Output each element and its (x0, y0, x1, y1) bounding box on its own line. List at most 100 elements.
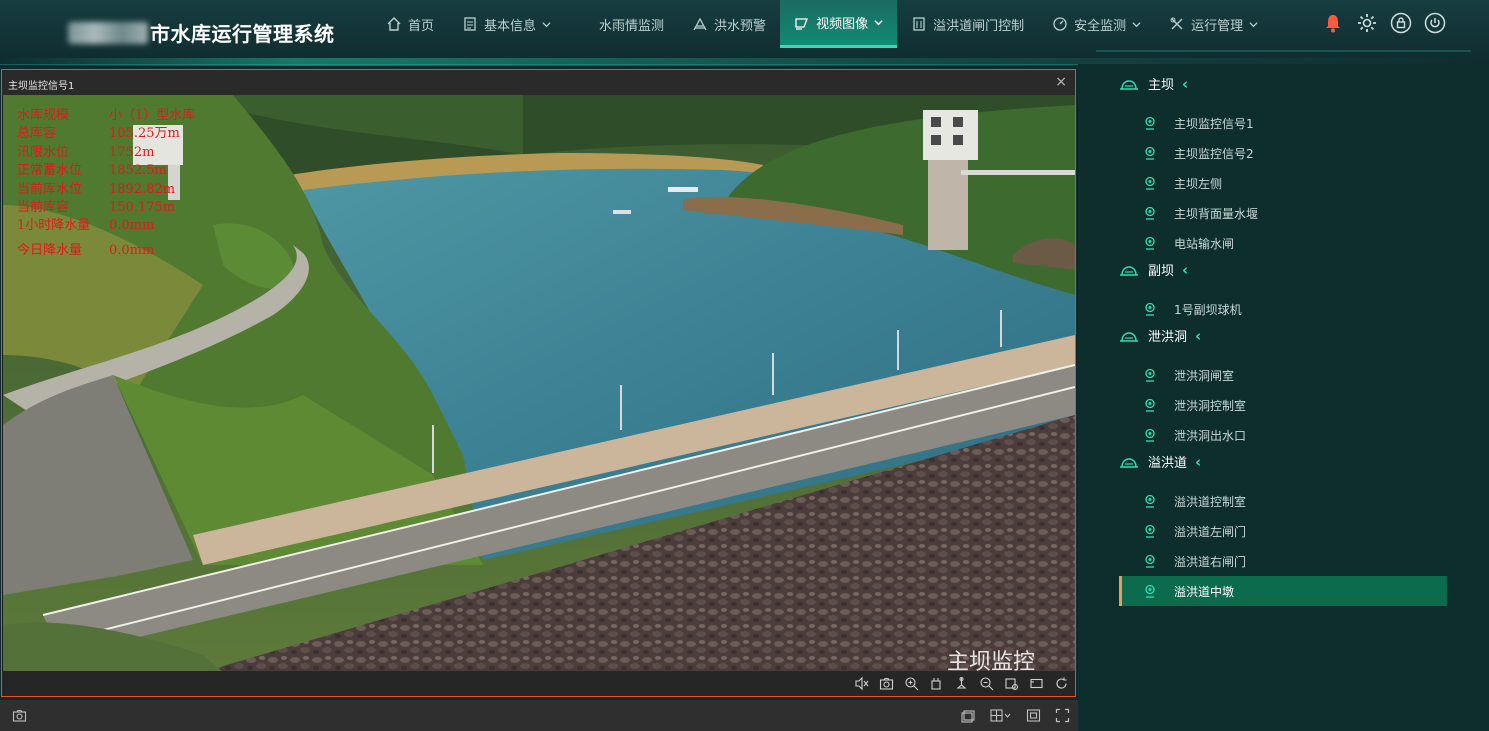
top-header: 市水库运行管理系统 首页 基本信息 水雨情监测 洪水预警 视频图像 溢洪道闸门控… (0, 0, 1489, 66)
osd-value: 1752m (109, 144, 155, 160)
osd-value: 1892.82m (109, 181, 176, 197)
tree-group-spillway[interactable]: 溢洪道 ‹ (1118, 452, 1201, 471)
document-icon (464, 17, 476, 31)
nav-hydrology[interactable]: 水雨情监测 (565, 0, 678, 48)
sidebar-divider (1096, 50, 1471, 52)
camera-label: 泄洪洞闸室 (1174, 368, 1235, 383)
video-control-icons (854, 676, 1069, 691)
tree-item-camera[interactable]: 溢洪道左闸门 (1119, 516, 1447, 546)
nav-operation[interactable]: 运行管理 (1155, 0, 1272, 48)
tree-item-camera[interactable]: 电站输水闸 (1119, 228, 1447, 258)
camera-pin-icon (1145, 368, 1155, 382)
nav-label: 洪水预警 (714, 18, 767, 34)
dam-icon (1120, 457, 1138, 468)
video-stream[interactable]: 水库规模 小（1）型水库 总库容 105.25万m 汛限水位 1752m 正常蓄水位 1… (3, 95, 1075, 672)
window-icon[interactable] (961, 708, 976, 723)
osd-label: 总库容 (17, 126, 57, 142)
chevron-left-icon: ‹ (1195, 326, 1202, 345)
chevron-down-icon (874, 20, 883, 26)
osd-row: 当前库容 150.175m (17, 199, 195, 217)
layout-grid-icon[interactable] (990, 708, 1012, 723)
flood-icon (693, 17, 707, 31)
camera-label: 溢洪道右闸门 (1174, 554, 1247, 569)
bottom-left-actions (12, 708, 27, 727)
reservoir-info-overlay: 水库规模 小（1）型水库 总库容 105.25万m 汛限水位 1752m 正常蓄水位 1… (17, 107, 195, 260)
power-icon[interactable] (1424, 12, 1446, 34)
camera-pin-icon (1145, 236, 1155, 250)
dam-icon (1120, 79, 1138, 90)
tree-item-camera[interactable]: 主坝监控信号2 (1119, 138, 1447, 168)
chevron-down-icon (1132, 21, 1141, 27)
tree-item-camera[interactable]: 泄洪洞闸室 (1119, 360, 1447, 390)
snapshot-icon[interactable] (879, 676, 894, 691)
dam-icon (1120, 331, 1138, 342)
fullscreen-window-icon[interactable] (1029, 676, 1044, 691)
nav-video[interactable]: 视频图像 (780, 0, 898, 48)
zoom-in-icon[interactable] (904, 676, 919, 691)
nav-flood-warning[interactable]: 洪水预警 (678, 0, 780, 48)
camera-pin-icon (1145, 116, 1155, 130)
chevron-down-icon (542, 21, 551, 27)
bottom-right-actions (961, 708, 1070, 723)
osd-value: 小（1）型水库 (109, 108, 196, 123)
nav-spillway-control[interactable]: 溢洪道闸门控制 (897, 0, 1038, 48)
chevron-left-icon: ‹ (1182, 260, 1189, 279)
nav-label: 首页 (408, 18, 435, 34)
osd-value: 0.0mm (109, 218, 155, 234)
tree-item-camera[interactable]: 泄洪洞出水口 (1119, 420, 1447, 450)
mute-icon[interactable] (854, 676, 869, 691)
camera-label: 泄洪洞控制室 (1174, 398, 1247, 413)
tree-item-camera[interactable]: 溢洪道控制室 (1119, 486, 1447, 516)
crop-icon[interactable] (929, 676, 944, 691)
osd-row: 正常蓄水位 1852.5m (17, 162, 195, 180)
osd-value: 1852.5m (109, 163, 167, 179)
camera-label: 主坝左侧 (1174, 176, 1223, 191)
camera-pin-icon (1145, 146, 1155, 160)
osd-row: 总库容 105.25万m (17, 125, 195, 143)
tree-item-camera-selected[interactable]: 溢洪道中墩 (1119, 576, 1447, 606)
settings-icon[interactable] (1356, 12, 1378, 34)
building-icon (913, 17, 925, 31)
tree-item-camera[interactable]: 1号副坝球机 (1119, 294, 1447, 324)
tree-item-camera[interactable]: 主坝背面量水堰 (1119, 198, 1447, 228)
nav-label: 安全监测 (1074, 18, 1127, 34)
nav-basic-info[interactable]: 基本信息 (448, 0, 565, 48)
tree-item-camera[interactable]: 主坝监控信号1 (1119, 108, 1447, 138)
nav-label: 水雨情监测 (599, 18, 665, 34)
tree-group-main-dam[interactable]: 主坝 ‹ (1118, 74, 1188, 93)
nav-safety-monitor[interactable]: 安全监测 (1038, 0, 1155, 48)
nav-home[interactable]: 首页 (372, 0, 448, 48)
refresh-icon[interactable] (1054, 676, 1069, 691)
camera-icon[interactable] (12, 708, 27, 723)
settings-icon[interactable] (1004, 676, 1019, 691)
bell-icon[interactable] (1322, 12, 1344, 34)
app-title: 市水库运行管理系统 (150, 22, 335, 46)
video-icon (795, 17, 809, 30)
fullscreen-icon[interactable] (1055, 708, 1070, 723)
tree-group-auxiliary-dam[interactable]: 副坝 ‹ (1118, 260, 1188, 279)
tree-item-camera[interactable]: 溢洪道右闸门 (1119, 546, 1447, 576)
camera-label: 主坝背面量水堰 (1174, 206, 1259, 221)
camera-pin-icon (1145, 494, 1155, 508)
group-label: 副坝 (1148, 264, 1175, 279)
redacted-city-name (68, 22, 148, 44)
lock-icon[interactable] (1390, 12, 1412, 34)
camera-label: 电站输水闸 (1174, 236, 1235, 251)
tree-item-camera[interactable]: 主坝左侧 (1119, 168, 1447, 198)
ptz-icon[interactable] (954, 676, 969, 691)
group-label: 溢洪道 (1148, 456, 1188, 471)
camera-label: 主坝监控信号2 (1174, 146, 1254, 161)
video-panel: 主坝监控信号1 × 水库规模 小（1）型水库 总库容 105.25万m 汛限水位… (1, 69, 1076, 697)
dam-icon (1120, 265, 1138, 276)
tree-item-camera[interactable]: 泄洪洞控制室 (1119, 390, 1447, 420)
tree-group-spill-tunnel[interactable]: 泄洪洞 ‹ (1118, 326, 1201, 345)
osd-value: 150.175m (109, 200, 176, 216)
expand-icon[interactable] (1026, 708, 1041, 723)
zoom-icon[interactable] (979, 676, 994, 691)
osd-label: 当前库水位 (17, 181, 83, 197)
chevron-down-icon (1249, 21, 1258, 27)
camera-label: 溢洪道控制室 (1174, 494, 1247, 509)
home-icon (387, 17, 401, 31)
osd-label: 1小时降水量 (17, 218, 91, 234)
close-icon[interactable]: × (1055, 74, 1067, 90)
